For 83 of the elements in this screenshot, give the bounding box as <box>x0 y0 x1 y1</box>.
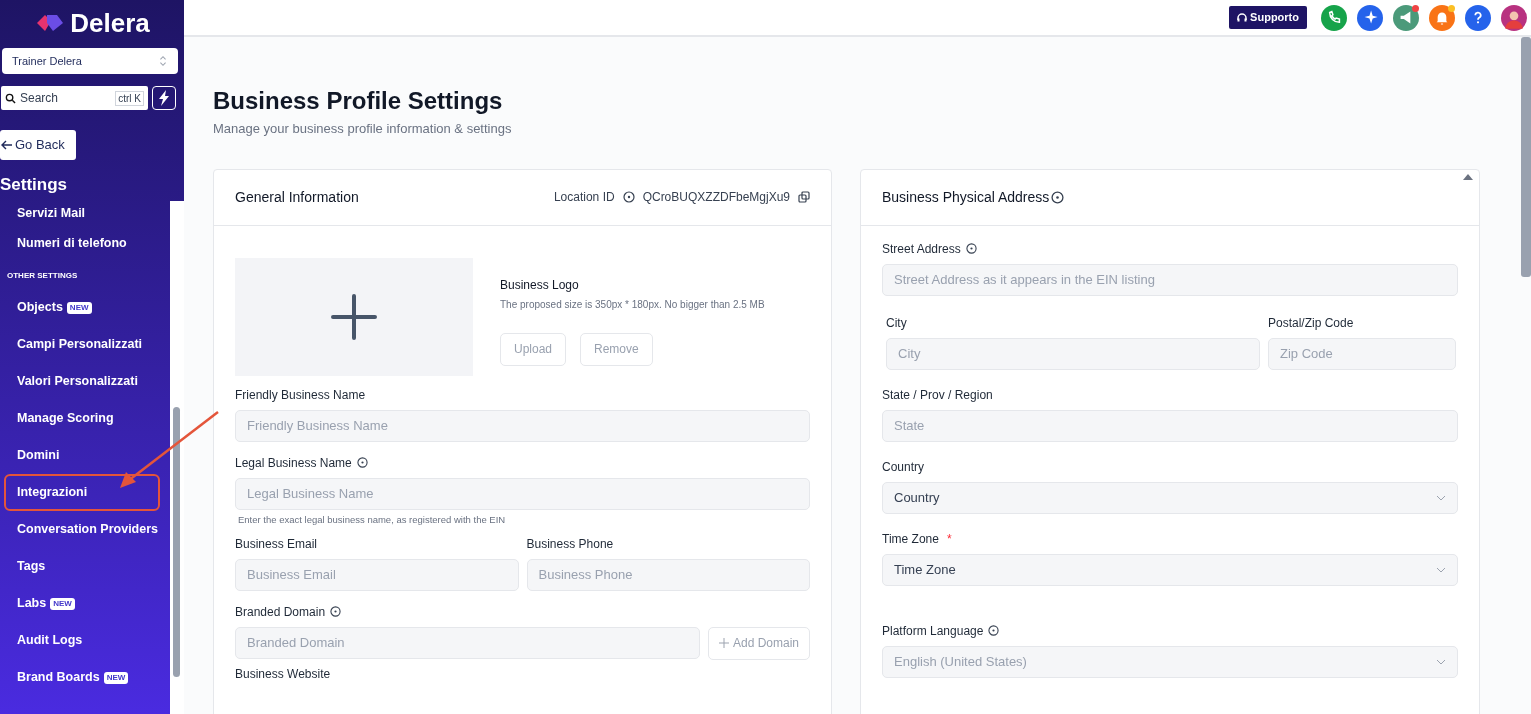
required-asterisk: * <box>946 530 952 548</box>
sidebar-item[interactable]: Audit Logs <box>4 622 160 659</box>
sidebar-item[interactable]: Manage Scoring <box>4 400 160 437</box>
scrollbar-thumb[interactable] <box>173 407 180 677</box>
field-label: Friendly Business Name <box>235 386 366 404</box>
support-button[interactable]: Supporto <box>1229 6 1307 29</box>
scroll-up-icon <box>1463 174 1473 180</box>
settings-heading: Settings <box>0 176 69 193</box>
field-label: Street Address <box>882 240 961 258</box>
headset-icon <box>1237 12 1248 23</box>
sidebar-item[interactable]: Brand Boards NEW <box>4 659 160 696</box>
plus-icon <box>718 638 729 649</box>
help-icon[interactable] <box>1465 4 1491 31</box>
helper-text: Enter the exact legal business name, as registered with the EIN <box>237 512 507 527</box>
field-label: Platform Language <box>882 622 984 640</box>
megaphone-icon[interactable] <box>1393 4 1419 31</box>
select-field[interactable]: Time Zone <box>882 553 1458 586</box>
sidebar-item[interactable]: Servizi Mail <box>4 201 160 225</box>
logo-hint: The proposed size is 350px * 180px. No bigger than 2.5 MB <box>500 297 765 312</box>
text-input[interactable]: Business Email <box>235 558 519 591</box>
go-back-button[interactable]: Go Back <box>0 130 76 160</box>
phone-icon[interactable] <box>1321 4 1347 31</box>
select-field[interactable]: Country <box>882 481 1458 514</box>
field-label: Branded Domain <box>235 603 326 621</box>
sidebar-item[interactable]: Tags <box>4 548 160 585</box>
field-label: Business Email <box>235 535 318 553</box>
lightning-icon <box>158 90 170 106</box>
chevron-updown-icon <box>158 55 168 67</box>
logo-text: Delera <box>70 10 150 36</box>
search-field[interactable]: Search ctrl K <box>1 86 148 110</box>
chevron-down-icon <box>1436 566 1446 573</box>
sidebar-item[interactable]: Valori Personalizzati <box>4 363 160 400</box>
sidebar-item[interactable]: Domini <box>4 437 160 474</box>
shortcut-key: ctrl K <box>115 90 144 106</box>
sidebar-item[interactable]: Objects NEW <box>4 289 160 326</box>
plus-icon <box>331 293 377 340</box>
text-input[interactable]: Business Phone <box>526 558 810 591</box>
page-subtitle: Manage your business profile information & settings <box>213 120 513 138</box>
quick-action-button[interactable] <box>152 86 176 110</box>
field-label: Time Zone <box>882 530 939 548</box>
text-input[interactable]: Friendly Business Name <box>235 409 810 442</box>
field-label: Postal/Zip Code <box>1268 314 1354 332</box>
sidebar-item[interactable]: Conversation Providers <box>4 511 160 548</box>
info-icon <box>965 243 977 254</box>
field-label: Legal Business Name <box>235 454 352 472</box>
copy-icon <box>798 191 810 203</box>
text-input[interactable]: City <box>886 337 1260 370</box>
logo-title: Business Logo <box>500 276 580 294</box>
sidebar-item[interactable]: Campi Personalizzati <box>4 326 160 363</box>
card-title: Business Physical Address <box>882 187 1050 207</box>
field-label: Business Website <box>235 667 332 680</box>
chevron-down-icon <box>1436 658 1446 665</box>
location-id-label: Location ID <box>553 189 615 206</box>
page-title: Business Profile Settings <box>213 89 504 113</box>
scrollbar-thumb[interactable] <box>1521 37 1531 277</box>
sidebar-item[interactable]: Numeri di telefono <box>4 225 160 262</box>
new-badge: NEW <box>50 597 75 610</box>
field-label: State / Prov / Region <box>882 386 993 404</box>
search-placeholder: Search <box>20 90 60 107</box>
arrow-left-icon <box>1 140 13 150</box>
field-label: Country <box>882 458 925 476</box>
text-input[interactable]: Legal Business Name <box>235 477 810 510</box>
account-switcher[interactable]: Trainer Delera <box>2 48 178 74</box>
field-label: Business Phone <box>526 535 614 553</box>
sparkle-icon[interactable] <box>1357 4 1383 31</box>
search-icon <box>5 92 16 104</box>
card-title: General Information <box>235 187 359 207</box>
location-id-value: QCroBUQXZZDFbeMgjXu9 <box>642 189 790 206</box>
text-input[interactable]: Street Address as it appears in the EIN listing <box>882 263 1458 296</box>
avatar[interactable] <box>1501 4 1527 31</box>
field-label: City <box>886 314 907 332</box>
info-icon <box>330 606 342 618</box>
sidebar-item[interactable]: Labs NEW <box>4 585 160 622</box>
text-input[interactable]: Branded Domain <box>235 626 700 659</box>
new-badge: NEW <box>66 301 92 314</box>
chevron-down-icon <box>1436 494 1446 501</box>
section-label: OTHER SETTINGS <box>6 269 79 282</box>
bell-icon[interactable] <box>1429 4 1455 31</box>
info-icon <box>1051 190 1065 204</box>
info-icon <box>622 191 635 203</box>
text-input[interactable]: State <box>882 409 1458 442</box>
text-input[interactable]: Zip Code <box>1268 337 1456 370</box>
new-badge: NEW <box>103 671 129 684</box>
